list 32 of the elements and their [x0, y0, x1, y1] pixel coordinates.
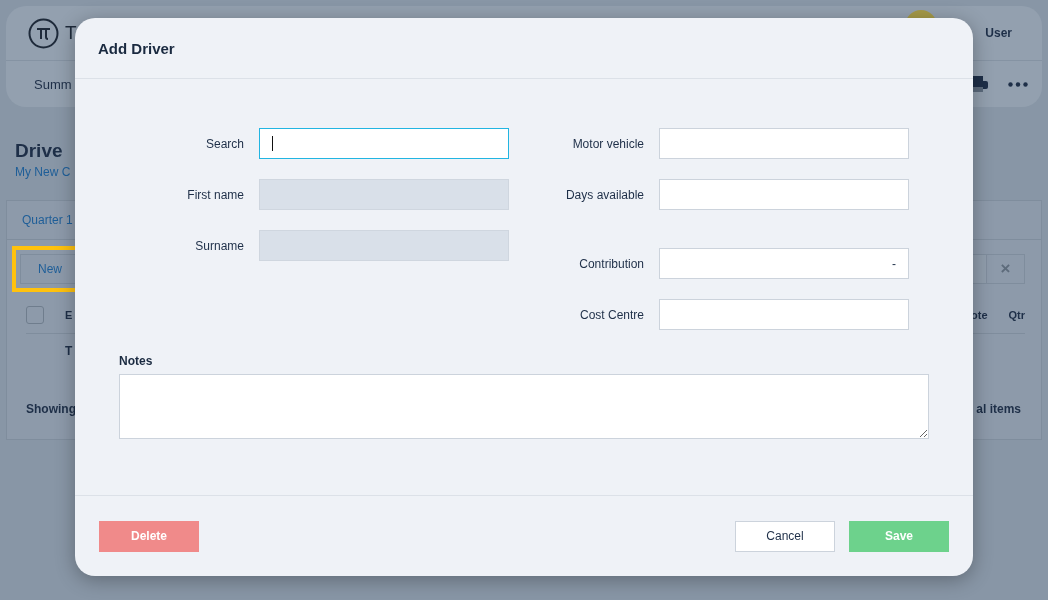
field-label: Surname [194, 238, 244, 253]
field-label: Search [204, 136, 244, 151]
input-field[interactable] [259, 128, 509, 159]
table-cell: T [65, 344, 73, 358]
cancel-button[interactable]: Cancel [735, 520, 835, 552]
quarter-tab[interactable]: Quarter 1 [22, 213, 73, 227]
field-label: Contribution [578, 256, 644, 271]
input-field[interactable]: - [659, 248, 909, 279]
breadcrumb-link[interactable]: My New C [15, 165, 71, 179]
select-all-checkbox[interactable] [26, 306, 44, 324]
logo-text: T [65, 22, 77, 44]
input-field[interactable] [659, 128, 909, 159]
paging-info: Showing [26, 402, 76, 416]
total-items: al items [976, 402, 1021, 416]
field-label: Days available [564, 187, 644, 202]
notes-label: Notes [119, 354, 154, 368]
page-title: Drive [15, 139, 63, 163]
input-field[interactable] [659, 299, 909, 330]
field-label: Motor vehicle [571, 136, 644, 151]
column-header[interactable]: E [65, 309, 73, 321]
notes-field[interactable] [119, 374, 929, 439]
user-name[interactable]: User [985, 26, 1012, 40]
input-field[interactable] [659, 179, 909, 210]
nav-tab[interactable]: Summ [34, 76, 72, 92]
dialog-title: Add Driver [98, 39, 175, 57]
more-icon[interactable] [1008, 81, 1028, 87]
text-cursor [272, 136, 273, 151]
delete-button[interactable]: Delete [99, 520, 199, 552]
field-label: Cost Centre [578, 307, 644, 322]
pi-logo-icon [28, 17, 59, 49]
field-label: First name [186, 187, 244, 202]
column-header[interactable]: Qtr [1008, 309, 1025, 321]
